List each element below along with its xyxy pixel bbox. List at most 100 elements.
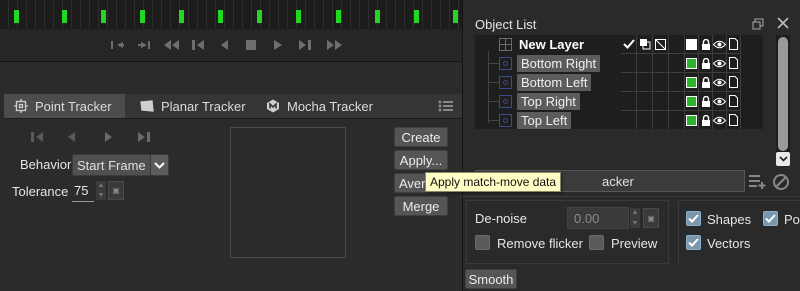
add-layer-icon[interactable] [748, 172, 766, 193]
track-backward-icon[interactable] [66, 131, 76, 146]
scrollbar-thumb[interactable] [778, 37, 788, 151]
layer-color-swatch[interactable] [685, 73, 699, 92]
visibility-toggle-all-icon[interactable] [621, 35, 637, 54]
lock-icon[interactable] [699, 73, 713, 92]
keyframe-marker[interactable] [414, 10, 419, 23]
lock-icon[interactable] [699, 54, 713, 73]
lock-all-icon[interactable] [699, 35, 713, 54]
close-panel-icon[interactable] [777, 17, 789, 32]
lock-icon[interactable] [699, 111, 713, 129]
eye-icon[interactable] [713, 73, 727, 92]
mask-cell[interactable] [653, 92, 669, 111]
keyframe-marker[interactable] [62, 10, 67, 23]
tree-connector [489, 120, 499, 121]
document-all-icon[interactable] [727, 35, 741, 54]
keyframe-marker[interactable] [218, 10, 223, 23]
play-icon[interactable] [272, 36, 284, 54]
layer-color-swatch[interactable] [685, 111, 699, 129]
eye-icon[interactable] [713, 54, 727, 73]
overlay-cell[interactable] [637, 54, 653, 73]
step-forward-many-icon[interactable] [324, 36, 344, 54]
behavior-select[interactable]: Start Frame [72, 154, 151, 176]
overlay-cell[interactable] [637, 111, 653, 129]
keyframe-marker[interactable] [14, 10, 19, 23]
document-icon[interactable] [727, 54, 741, 73]
behavior-dropdown-button[interactable] [150, 154, 169, 176]
layer-color-swatch[interactable] [685, 54, 699, 73]
document-icon[interactable] [727, 111, 741, 129]
keyframe-marker[interactable] [257, 10, 262, 23]
visibility-cell[interactable] [621, 111, 637, 129]
keyframe-marker[interactable] [296, 10, 301, 23]
go-to-in-icon[interactable] [110, 36, 126, 54]
step-forward-keyframe-icon[interactable] [297, 36, 313, 54]
empty-column-cell [669, 92, 685, 111]
remove-flicker-checkbox[interactable] [475, 235, 490, 250]
tolerance-stepper[interactable]: ▲ ▼ [96, 181, 106, 200]
document-icon[interactable] [727, 73, 741, 92]
create-button[interactable]: Create [394, 127, 448, 147]
denoise-stepper[interactable]: ▲ ▼ [630, 208, 640, 228]
lock-icon[interactable] [699, 92, 713, 111]
visibility-cell[interactable] [621, 92, 637, 111]
denoise-input[interactable]: 0.00 [567, 207, 629, 229]
tolerance-reset-icon[interactable]: ▣ [108, 181, 124, 200]
points-label: Poi [784, 212, 800, 227]
keyframe-marker[interactable] [179, 10, 184, 23]
swatch-all-icon[interactable] [685, 35, 699, 54]
denoise-reset-icon[interactable]: ▣ [643, 208, 659, 228]
track-forward-keyframe-icon[interactable] [137, 131, 151, 146]
denoise-label: De-noise [475, 211, 528, 226]
behavior-select-value: Start Frame [77, 157, 146, 173]
overlay-cell[interactable] [637, 92, 653, 111]
keyframe-marker[interactable] [375, 10, 380, 23]
points-checkbox[interactable] [763, 211, 778, 226]
tab-planar-tracker[interactable]: Planar Tracker [130, 94, 256, 118]
apply-button[interactable]: Apply... [394, 150, 448, 170]
timeline-ruler[interactable] [0, 0, 462, 30]
step-back-many-icon[interactable] [162, 36, 182, 54]
mask-cell[interactable] [653, 111, 669, 129]
panel-options-icon[interactable] [438, 99, 454, 113]
step-back-keyframe-icon[interactable] [190, 36, 206, 54]
object-list-scrollbar[interactable] [776, 35, 790, 166]
visibility-cell[interactable] [621, 73, 637, 92]
vectors-checkbox[interactable] [686, 235, 701, 250]
shapes-checkbox[interactable] [686, 211, 701, 226]
object-row[interactable]: Bottom Left [475, 73, 763, 92]
keyframe-marker[interactable] [336, 10, 341, 23]
overlay-cell[interactable] [637, 73, 653, 92]
step-back-icon[interactable] [218, 36, 230, 54]
overlay-toggle-all-icon[interactable] [637, 35, 653, 54]
delete-layer-icon[interactable] [772, 173, 790, 194]
mask-toggle-all-icon[interactable] [653, 35, 669, 54]
mask-cell[interactable] [653, 73, 669, 92]
smooth-button[interactable]: Smooth [465, 269, 517, 289]
keyframe-marker[interactable] [101, 10, 106, 23]
object-list[interactable]: New Layer Bottom Right Bottom Left Top R… [475, 35, 763, 129]
layer-color-swatch[interactable] [685, 92, 699, 111]
eye-all-icon[interactable] [713, 35, 727, 54]
tolerance-input[interactable]: 75 [72, 181, 94, 202]
visibility-cell[interactable] [621, 54, 637, 73]
eye-icon[interactable] [713, 92, 727, 111]
object-row[interactable]: Top Left [475, 111, 763, 129]
stop-icon[interactable] [244, 36, 258, 54]
object-row[interactable]: Bottom Right [475, 54, 763, 73]
object-row-group[interactable]: New Layer [475, 35, 763, 54]
object-row[interactable]: Top Right [475, 92, 763, 111]
track-backward-keyframe-icon[interactable] [30, 131, 44, 146]
scroll-down-icon[interactable] [776, 152, 790, 166]
keyframe-marker[interactable] [140, 10, 145, 23]
merge-button[interactable]: Merge [394, 196, 448, 216]
preview-checkbox[interactable] [589, 235, 604, 250]
keyframe-marker[interactable] [453, 10, 458, 23]
mask-cell[interactable] [653, 54, 669, 73]
tab-mocha-tracker[interactable]: Mocha Tracker [256, 94, 383, 118]
go-to-out-icon[interactable] [136, 36, 152, 54]
tab-point-tracker[interactable]: Point Tracker [4, 94, 125, 118]
float-panel-icon[interactable] [752, 18, 764, 33]
document-icon[interactable] [727, 92, 741, 111]
eye-icon[interactable] [713, 111, 727, 129]
track-forward-icon[interactable] [104, 131, 114, 146]
